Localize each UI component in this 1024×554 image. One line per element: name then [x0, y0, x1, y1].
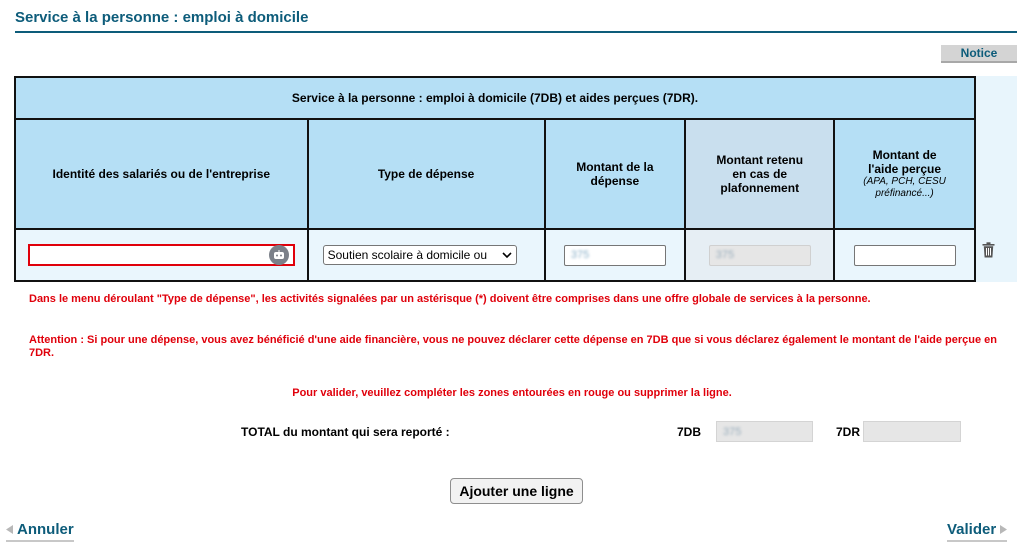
total-7dr-field — [863, 421, 961, 442]
validate-underline — [947, 540, 1008, 542]
assistant-robot-icon[interactable] — [268, 245, 289, 265]
chevron-left-icon — [6, 525, 13, 534]
cancel-link[interactable]: Annuler — [6, 521, 74, 542]
attention-note: Attention : Si pour une dépense, vous av… — [29, 334, 998, 359]
cancel-label: Annuler — [17, 521, 74, 538]
validate-link[interactable]: Valider — [947, 521, 1008, 542]
cancel-underline — [6, 540, 74, 542]
column-header-capped-text: Montant retenu en cas de plafonnement — [716, 153, 804, 195]
page-title: Service à la personne : emploi à domicil… — [15, 9, 309, 26]
add-line-button[interactable]: Ajouter une ligne — [450, 478, 583, 504]
column-header-aid: Montant de l'aide perçue (APA, PCH, CESU… — [833, 118, 976, 230]
total-7db-value: 375 — [723, 425, 742, 438]
cell-amount: 375 — [543, 228, 687, 282]
expense-table: Service à la personne : emploi à domicil… — [14, 76, 976, 282]
column-header-capped: Montant retenu en cas de plafonnement — [684, 118, 836, 230]
cell-type: Soutien scolaire à domicile ou — [306, 228, 546, 282]
asterisk-note: Dans le menu déroulant "Type de dépense"… — [29, 293, 871, 305]
validate-label: Valider — [947, 521, 997, 538]
table-caption: Service à la personne : emploi à domicil… — [14, 76, 976, 120]
validate-note: Pour valider, veuillez compléter les zon… — [292, 387, 732, 399]
amount-value: 375 — [570, 249, 590, 261]
total-label: TOTAL du montant qui sera reporté : — [241, 425, 450, 439]
expense-grid-container: Service à la personne : emploi à domicil… — [14, 76, 1017, 282]
chevron-down-icon — [502, 252, 512, 259]
cell-aid — [833, 228, 976, 282]
aid-amount-input[interactable] — [853, 244, 956, 266]
code-7dr: 7DR — [836, 425, 861, 439]
trash-icon[interactable] — [980, 240, 996, 260]
column-header-aid-note: (APA, PCH, CESU préfinancé...) — [863, 176, 946, 199]
expense-type-selected: Soutien scolaire à domicile ou — [327, 248, 488, 262]
cell-identity — [14, 228, 309, 282]
column-header-amount-text: Montant de la dépense — [576, 160, 654, 188]
capped-amount-value: 375 — [715, 249, 735, 261]
identity-input[interactable] — [28, 244, 295, 266]
chevron-right-icon — [1000, 525, 1008, 534]
column-header-amount: Montant de la dépense — [543, 118, 687, 230]
amount-input[interactable]: 375 — [563, 244, 666, 266]
expense-type-select[interactable]: Soutien scolaire à domicile ou — [322, 245, 517, 265]
title-divider — [15, 31, 1017, 33]
code-7db: 7DB — [677, 425, 702, 439]
notice-button[interactable]: Notice — [941, 45, 1017, 63]
capped-amount-field: 375 — [708, 244, 811, 266]
cell-capped: 375 — [684, 228, 836, 282]
total-7db-field: 375 — [716, 421, 813, 442]
column-header-aid-text: Montant de l'aide perçue — [868, 148, 942, 176]
column-header-identity: Identité des salariés ou de l'entreprise — [14, 118, 309, 230]
column-header-type: Type de dépense — [306, 118, 546, 230]
table-row: Soutien scolaire à domicile ou 375 375 — [14, 228, 976, 282]
